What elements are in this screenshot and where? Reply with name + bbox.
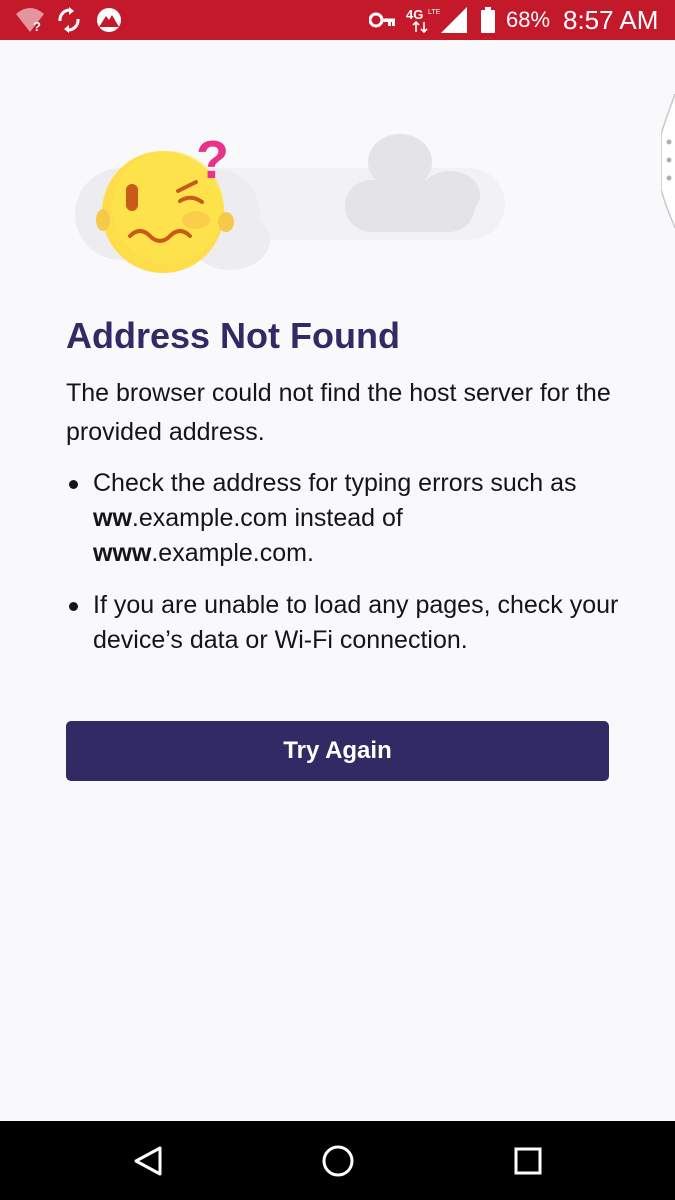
- wifi-question-icon: ?: [14, 6, 46, 34]
- navigation-bar: [0, 1121, 675, 1200]
- svg-text:4G: 4G: [406, 7, 423, 22]
- back-triangle-icon[interactable]: [126, 1139, 170, 1183]
- error-description: The browser could not find the host serv…: [66, 379, 611, 446]
- bullet-icon: [69, 480, 78, 489]
- network-4g-lte-icon: 4G LTE: [406, 6, 440, 34]
- key-icon: [369, 6, 397, 34]
- bullet-icon: [69, 602, 78, 611]
- status-bar: ? 4G LTE 68% 8:57 AM: [0, 0, 675, 40]
- page-title: Address Not Found: [66, 315, 400, 356]
- svg-text:?: ?: [196, 130, 229, 190]
- tips-list: Check the address for typing errors such…: [66, 466, 626, 675]
- overlay-edge-handle[interactable]: [660, 93, 675, 229]
- battery-percent: 68%: [506, 7, 551, 32]
- confused-face-illustration: ?: [70, 90, 510, 290]
- vpn-mountain-icon: [94, 6, 124, 34]
- svg-text:?: ?: [33, 19, 41, 34]
- clock-time: 8:57 AM: [563, 5, 659, 35]
- signal-icon: [441, 6, 467, 34]
- error-page: ? Address Not Found The browser could no…: [0, 40, 675, 1121]
- sync-icon: [57, 6, 81, 34]
- svg-text:LTE: LTE: [428, 9, 440, 16]
- recents-square-icon[interactable]: [506, 1139, 550, 1183]
- list-item: If you are unable to load any pages, che…: [66, 588, 626, 658]
- battery-icon: [480, 6, 496, 34]
- list-item: Check the address for typing errors such…: [66, 466, 626, 571]
- home-circle-icon[interactable]: [316, 1139, 360, 1183]
- try-again-button[interactable]: Try Again: [66, 721, 609, 781]
